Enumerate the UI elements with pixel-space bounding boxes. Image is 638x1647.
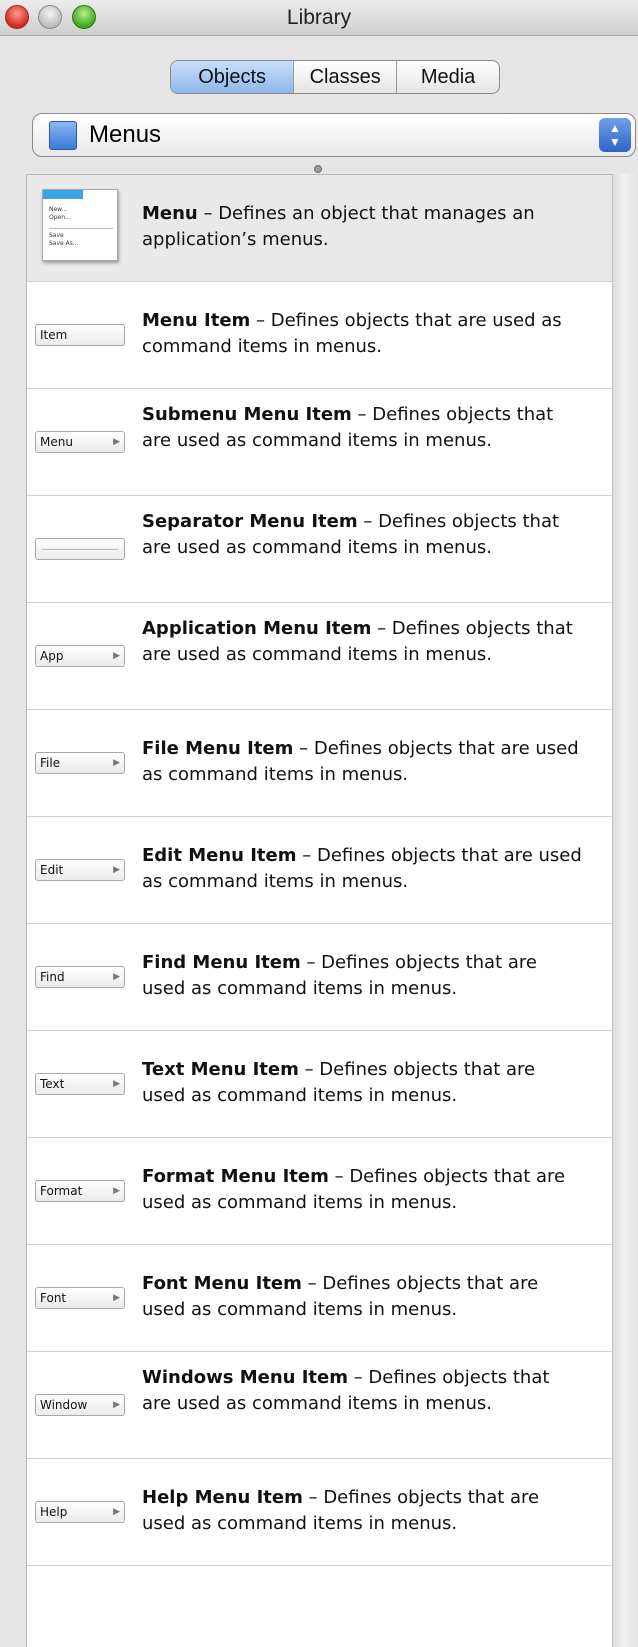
splitter-handle[interactable]: [314, 165, 322, 173]
menu-item-preview-icon: Help ▶: [35, 1501, 125, 1523]
library-item-title: Application Menu Item: [142, 618, 372, 639]
library-object-list[interactable]: New... Open... Save Save As... Menu – Define…: [26, 174, 613, 1647]
library-item-description: Application Menu Item – Defines objects …: [142, 616, 582, 668]
menu-item-preview-label: Edit: [40, 863, 64, 877]
submenu-arrow-icon: ▶: [113, 1507, 120, 1517]
library-item-title: Submenu Menu Item: [142, 404, 352, 425]
tab-classes[interactable]: Classes: [294, 61, 398, 93]
library-item-row[interactable]: Text ▶ Text Menu Item – Defines objects th…: [27, 1031, 613, 1138]
library-item-title: Text Menu Item: [142, 1059, 299, 1080]
menu-preview-item: New...: [49, 206, 68, 213]
library-item-title: Edit Menu Item: [142, 845, 297, 866]
menu-item-preview-label: Font: [40, 1291, 67, 1305]
menu-item-preview-icon: Window ▶: [35, 1394, 125, 1416]
library-item-description: Submenu Menu Item – Defines objects that…: [142, 402, 582, 454]
library-item-row[interactable]: Find ▶ Find Menu Item – Defines objects th…: [27, 924, 613, 1031]
menu-item-preview-icon: Item: [35, 324, 125, 346]
library-item-title: Windows Menu Item: [142, 1367, 348, 1388]
library-item-row[interactable]: Edit ▶ Edit Menu Item – Defines objects th…: [27, 817, 613, 924]
library-item-description: Find Menu Item – Defines objects that ar…: [142, 950, 582, 1002]
menu-item-preview-icon: Find ▶: [35, 966, 125, 988]
menu-item-preview-label: File: [40, 756, 61, 770]
library-item-description: Menu Item – Defines objects that are use…: [142, 308, 582, 360]
submenu-arrow-icon: ▶: [113, 1293, 120, 1303]
library-item-row[interactable]: File ▶ File Menu Item – Defines objects th…: [27, 710, 613, 817]
menu-item-preview-icon: App ▶: [35, 645, 125, 667]
library-item-row[interactable]: Menu ▶ Submenu Menu Item – Defines objects…: [27, 389, 613, 496]
submenu-arrow-icon: ▶: [113, 1400, 120, 1410]
library-item-summary: – Defines an object that manages an appl…: [142, 203, 535, 250]
tab-objects[interactable]: Objects: [171, 61, 295, 93]
library-item-row[interactable]: Item Menu Item – Defines objects that are…: [27, 282, 613, 389]
menu-preview-bar: [43, 190, 83, 199]
library-item-title: Format Menu Item: [142, 1166, 329, 1187]
library-tabs: Objects Classes Media: [170, 60, 500, 94]
library-item-description: Edit Menu Item – Defines objects that ar…: [142, 843, 582, 895]
library-item-title: File Menu Item: [142, 738, 294, 759]
separator-item-preview-icon: [35, 538, 125, 560]
menu-item-preview-label: Text: [40, 1077, 65, 1091]
library-item-title: Font Menu Item: [142, 1273, 302, 1294]
menu-object-preview-icon: New... Open... Save Save As...: [42, 189, 118, 261]
library-item-description: Menu – Defines an object that manages an…: [142, 201, 582, 253]
submenu-arrow-icon: ▶: [113, 865, 120, 875]
up-down-arrows-icon: ▲ ▼: [599, 118, 631, 152]
menu-item-preview-label: Find: [40, 970, 65, 984]
menu-item-preview-label: Format: [40, 1184, 83, 1198]
menu-preview-item: Open...: [49, 214, 71, 221]
library-item-title: Menu Item: [142, 310, 251, 331]
library-item-row[interactable]: Font ▶ Font Menu Item – Defines objects th…: [27, 1245, 613, 1352]
library-item-description: Windows Menu Item – Defines objects that…: [142, 1365, 582, 1417]
submenu-arrow-icon: ▶: [113, 437, 120, 447]
menu-preview-item: Save As...: [49, 240, 79, 247]
library-item-row[interactable]: Window ▶ Windows Menu Item – Defines objec…: [27, 1352, 613, 1459]
separator-line: [42, 549, 118, 550]
folder-icon: [49, 121, 77, 150]
menu-item-preview-icon: Format ▶: [35, 1180, 125, 1202]
library-item-description: Help Menu Item – Defines objects that ar…: [142, 1485, 582, 1537]
submenu-arrow-icon: ▶: [113, 1079, 120, 1089]
menu-item-preview-label: Window: [40, 1398, 88, 1412]
menu-item-preview-icon: Font ▶: [35, 1287, 125, 1309]
vertical-scrollbar[interactable]: [612, 174, 638, 1647]
submenu-arrow-icon: ▶: [113, 651, 120, 661]
window-title: Library: [286, 6, 352, 29]
library-item-row[interactable]: Help ▶ Help Menu Item – Defines objects th…: [27, 1459, 613, 1566]
submenu-arrow-icon: ▶: [113, 1186, 120, 1196]
library-item-description: Format Menu Item – Defines objects that …: [142, 1164, 582, 1216]
library-item-title: Separator Menu Item: [142, 511, 358, 532]
tab-media[interactable]: Media: [397, 61, 499, 93]
submenu-arrow-icon: ▶: [113, 758, 120, 768]
menu-item-preview-icon: Menu ▶: [35, 431, 125, 453]
group-popup-button[interactable]: Menus ▲ ▼: [32, 113, 636, 157]
library-item-row[interactable]: Separator Menu Item – Defines objects th…: [27, 496, 613, 603]
submenu-arrow-icon: ▶: [113, 972, 120, 982]
menu-preview-item: Save: [49, 232, 64, 239]
library-item-description: Font Menu Item – Defines objects that ar…: [142, 1271, 582, 1323]
menu-item-preview-icon: Text ▶: [35, 1073, 125, 1095]
library-item-title: Menu: [142, 203, 198, 224]
library-item-description: File Menu Item – Defines objects that ar…: [142, 736, 582, 788]
library-item-row[interactable]: App ▶ Application Menu Item – Defines obje…: [27, 603, 613, 710]
menu-item-preview-label: Menu: [40, 435, 73, 449]
library-item-row[interactable]: New... Open... Save Save As... Menu – Define…: [27, 175, 613, 282]
library-item-title: Help Menu Item: [142, 1487, 303, 1508]
library-item-description: Separator Menu Item – Defines objects th…: [142, 509, 582, 561]
menu-item-preview-icon: Edit ▶: [35, 859, 125, 881]
popup-selected-label: Menus: [89, 121, 162, 148]
menu-item-preview-label: App: [40, 649, 64, 663]
library-item-title: Find Menu Item: [142, 952, 301, 973]
library-window: Library Objects Classes Media Menus ▲ ▼ N…: [0, 0, 638, 1647]
title-bar[interactable]: Library: [0, 0, 638, 36]
menu-item-preview-label: Help: [40, 1505, 68, 1519]
library-item-description: Text Menu Item – Defines objects that ar…: [142, 1057, 582, 1109]
menu-preview-separator: [49, 228, 113, 229]
menu-item-preview-icon: File ▶: [35, 752, 125, 774]
library-item-row[interactable]: Format ▶ Format Menu Item – Defines object…: [27, 1138, 613, 1245]
menu-item-preview-label: Item: [40, 328, 68, 342]
